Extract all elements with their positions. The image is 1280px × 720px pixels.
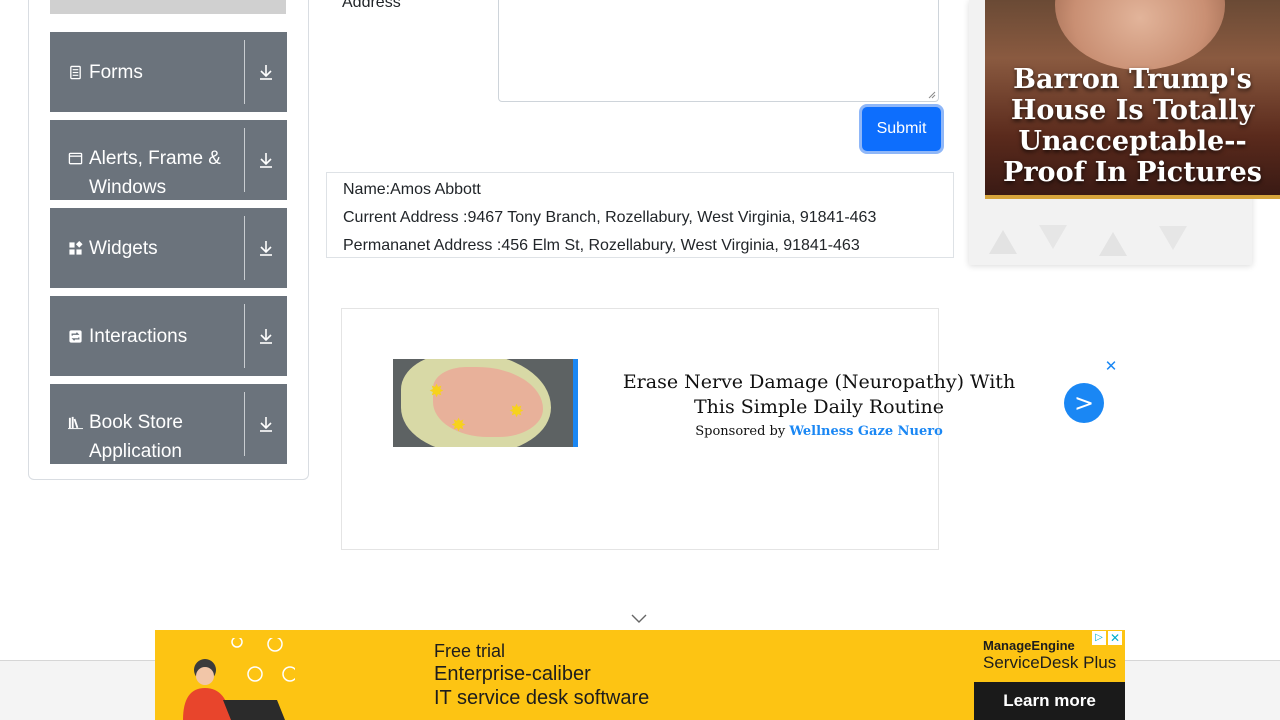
spark-icon: ✸ [429, 381, 445, 401]
sidebar-group-label: Forms [89, 62, 143, 83]
chevron-down-icon[interactable] [630, 612, 648, 624]
sidebar-group-interactions[interactable]: Interactions [50, 296, 287, 376]
interactions-icon [67, 328, 84, 345]
expand-download-icon[interactable] [245, 384, 287, 464]
resize-grip-icon[interactable] [928, 91, 936, 99]
sponsor-name[interactable]: Wellness Gaze Nuero [789, 424, 942, 439]
submit-button[interactable]: Submit [862, 107, 941, 151]
widgets-icon [67, 240, 84, 257]
books-icon [67, 414, 84, 431]
sidebar-group-header[interactable]: Interactions [50, 296, 244, 376]
output-name: Name:Amos Abbott [343, 181, 481, 198]
banner-line3: IT service desk software [434, 687, 650, 709]
sidebar-group-book-store[interactable]: Book Store Application [50, 384, 287, 464]
sidebar-group-label: Interactions [89, 326, 188, 347]
expand-download-icon[interactable] [245, 296, 287, 376]
sidebar-group-forms[interactable]: Forms [50, 32, 287, 112]
right-ad-underline [985, 195, 1280, 199]
sidebar-group-label: Widgets [89, 238, 158, 259]
banner-line1: Free trial [434, 641, 506, 661]
sidebar-group-header[interactable]: Widgets [50, 208, 244, 288]
learn-more-button[interactable]: Learn more [974, 682, 1125, 720]
banner-illustration-icon [183, 638, 295, 720]
adchoices-icon[interactable]: ▷ [1092, 631, 1106, 645]
output-permanent-address: Permananet Address :456 Elm St, Rozellab… [343, 237, 860, 254]
expand-download-icon[interactable] [245, 120, 287, 200]
sidebar-group-header[interactable]: Forms [50, 32, 244, 112]
bottom-banner-ad[interactable]: Free trial Enterprise-caliber IT service… [155, 630, 1125, 720]
close-icon[interactable]: ✕ [1108, 631, 1122, 645]
sidebar-group-widgets[interactable]: Widgets [50, 208, 287, 288]
spark-icon: ✸ [451, 415, 467, 435]
sidebar-group-header[interactable]: Book Store Application [50, 384, 244, 464]
sidebar-group-label: Book Store Application [89, 412, 183, 462]
banner-copy: Free trial Enterprise-caliber IT service… [434, 640, 649, 710]
window-icon [67, 150, 84, 167]
expand-download-icon[interactable] [245, 208, 287, 288]
output-current-address: Current Address :9467 Tony Branch, Rozel… [343, 209, 877, 226]
sidebar-group-header[interactable]: Alerts, Frame & Windows [50, 120, 244, 200]
brand-bottom: ServiceDesk Plus [983, 653, 1117, 672]
sidebar-group-label: Alerts, Frame & Windows [89, 148, 221, 198]
middle-ad-sponsor: Sponsored by Wellness Gaze Nuero [600, 424, 1038, 439]
close-icon[interactable]: ✕ [1104, 359, 1118, 374]
right-ad-image[interactable]: Barron Trump's House Is Totally Unaccept… [985, 0, 1280, 195]
sidebar-previous-item [50, 0, 286, 14]
middle-ad-headline[interactable]: Erase Nerve Damage (Neuropathy) With Thi… [600, 370, 1038, 420]
output-panel: Name:Amos Abbott Current Address :9467 T… [326, 172, 954, 258]
banner-line2: Enterprise-caliber [434, 663, 591, 685]
expand-download-icon[interactable] [245, 32, 287, 112]
address-label: Address [342, 0, 401, 11]
spark-icon: ✸ [509, 401, 525, 421]
ad-portrait [1055, 0, 1225, 70]
permanent-address-textarea[interactable] [498, 0, 939, 102]
right-ad-title[interactable]: Barron Trump's House Is Totally Unaccept… [985, 64, 1280, 188]
form-icon [67, 64, 84, 81]
middle-ad-accent-bar [573, 359, 578, 447]
sidebar-group-alerts[interactable]: Alerts, Frame & Windows [50, 120, 287, 200]
sponsor-prefix: Sponsored by [695, 424, 786, 439]
arrow-right-icon[interactable]: > [1064, 383, 1104, 423]
middle-ad-image[interactable]: ✸ ✸ ✸ [393, 359, 573, 447]
page: Forms Alerts, Frame & Windows Widgets In… [0, 0, 1280, 720]
